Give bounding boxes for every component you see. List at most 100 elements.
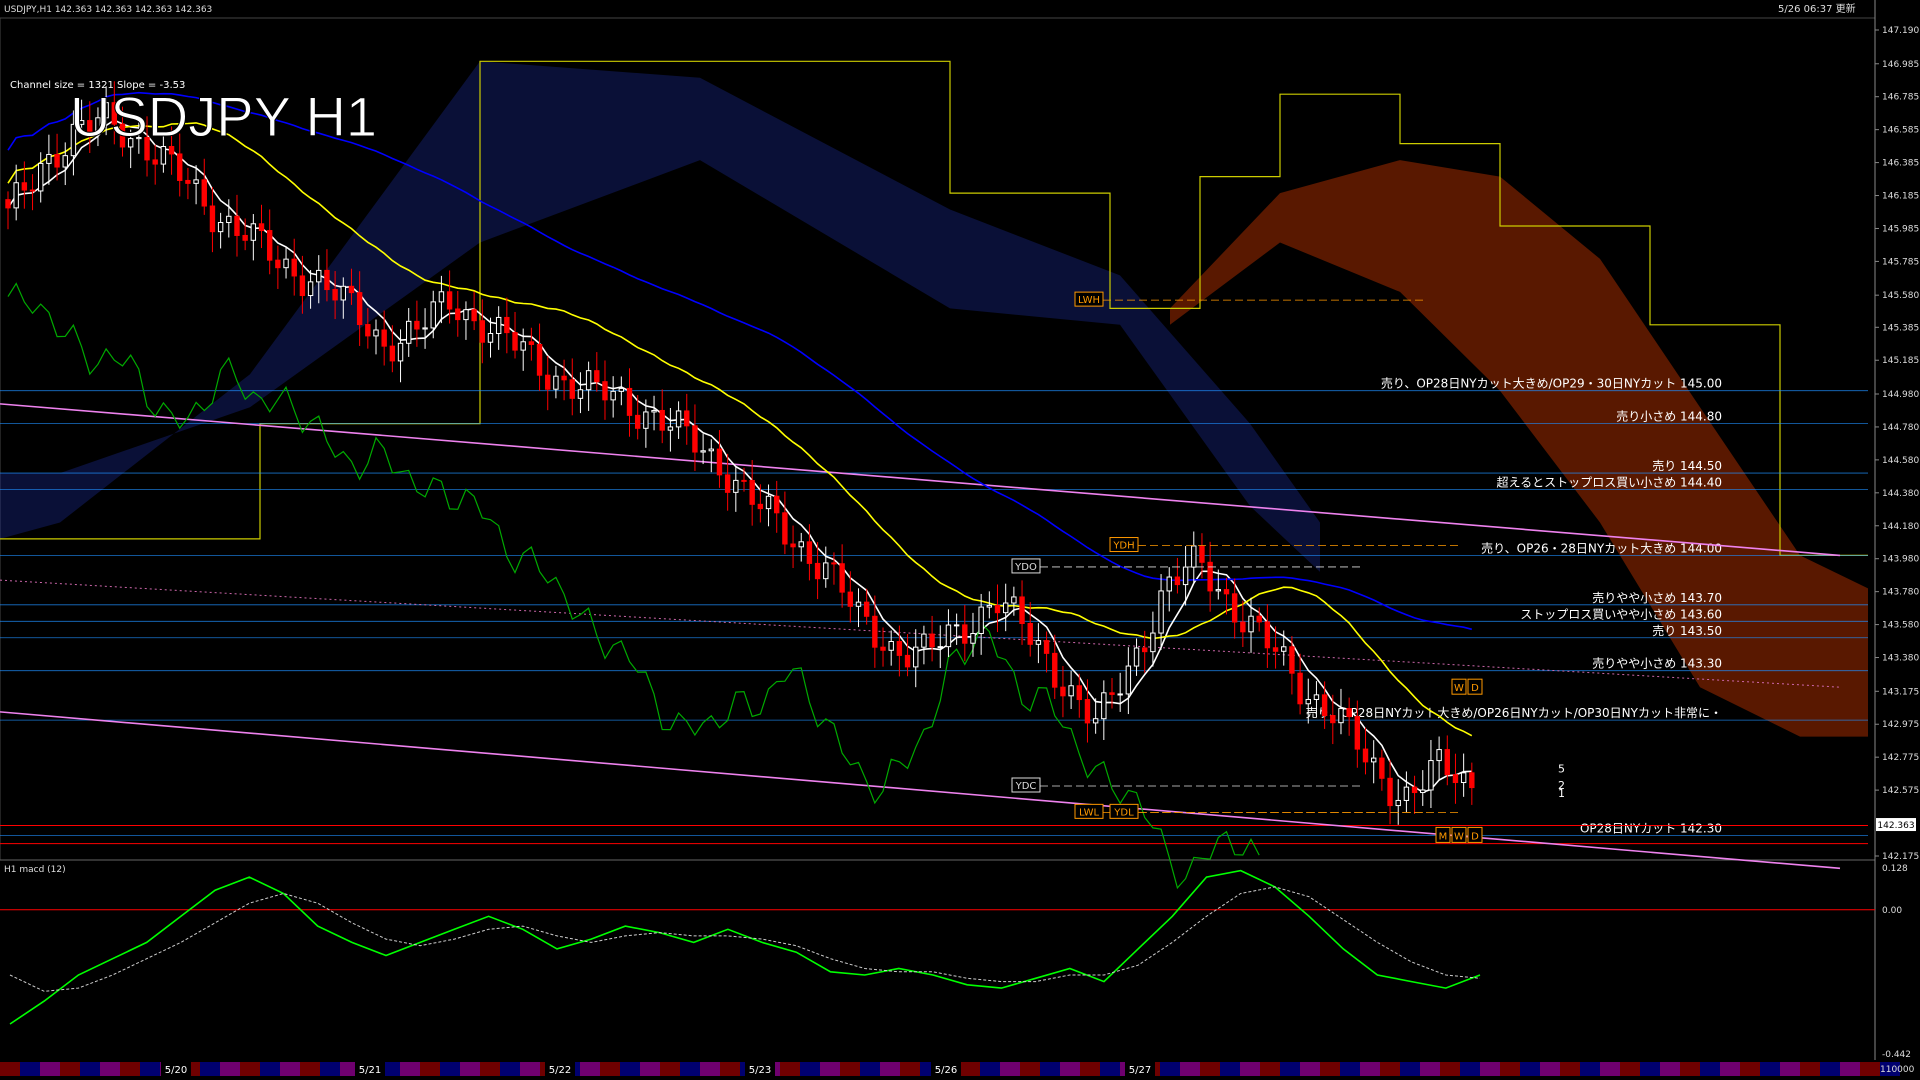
level-label: OP28日NYカット 142.30 [1580, 821, 1722, 835]
session-block [460, 1062, 480, 1076]
candle-body [266, 230, 273, 261]
candle-body [806, 541, 813, 564]
candle-body [373, 329, 379, 337]
session-block [1240, 1062, 1260, 1076]
y-tick-label: 145.385 [1882, 323, 1919, 333]
y-tick-label: 144.580 [1882, 456, 1919, 466]
date-label: 5/21 [359, 1065, 381, 1076]
level-label: 売り、OP28日NYカット大きめ/OP26日NYカット/OP30日NYカット非常… [1306, 705, 1722, 720]
candle-body [512, 332, 518, 351]
candle-body [62, 155, 68, 168]
candle-body [1313, 694, 1320, 700]
candle-body [487, 332, 494, 343]
session-block [200, 1062, 220, 1076]
candle-body [1272, 647, 1279, 652]
candle-body [1346, 708, 1352, 718]
projection-label: 1 [1558, 787, 1565, 800]
candle-body [332, 289, 338, 301]
candle-body [823, 562, 829, 580]
session-block [20, 1062, 40, 1076]
chart-canvas[interactable]: 売り、OP28日NYカット大きめ/OP29・30日NYカット 145.00 売り小… [0, 0, 1920, 1080]
session-block [40, 1062, 60, 1076]
candle-body [798, 541, 804, 548]
session-block [1600, 1062, 1620, 1076]
candle-body [847, 591, 854, 607]
candle-body [921, 633, 927, 648]
session-block [0, 1062, 20, 1076]
candle-body [1109, 692, 1115, 695]
candle-body [397, 342, 404, 362]
candle-body [994, 604, 1001, 614]
marker-label: YDL [1113, 807, 1134, 818]
candle-body [814, 562, 821, 580]
period-box-label: M [1439, 831, 1448, 842]
candle-body [1027, 622, 1033, 645]
session-block [1400, 1062, 1420, 1076]
y-tick-label: 145.185 [1882, 356, 1919, 366]
candle-body [348, 285, 355, 294]
candle-body [1215, 589, 1222, 592]
session-block [1320, 1062, 1340, 1076]
y-tick-label: 144.180 [1882, 522, 1919, 532]
candle-body [986, 604, 993, 608]
session-block [1260, 1062, 1280, 1076]
period-box-label: D [1471, 683, 1479, 694]
candle-body [594, 370, 600, 383]
candle-body [863, 601, 870, 617]
session-block [1200, 1062, 1220, 1076]
session-block [640, 1062, 660, 1076]
date-label: 5/22 [549, 1065, 571, 1076]
candle-body [1125, 665, 1132, 695]
y-tick-label: 144.980 [1882, 390, 1919, 400]
session-block [260, 1062, 280, 1076]
candle-body [438, 291, 445, 303]
period-box-label: D [1471, 831, 1479, 842]
session-block [1060, 1062, 1080, 1076]
session-block [520, 1062, 540, 1076]
candle-body [193, 179, 199, 184]
candle-body [1174, 576, 1181, 586]
candle-body [618, 387, 625, 392]
session-block [1460, 1062, 1480, 1076]
projection-label: 5 [1558, 763, 1565, 776]
macd-bottom-label: 110000 [1880, 1065, 1915, 1075]
session-block [1800, 1062, 1820, 1076]
candle-body [1223, 589, 1230, 595]
candle-body [520, 341, 526, 351]
candle-body [479, 320, 486, 343]
candle-body [381, 329, 387, 347]
candle-body [675, 410, 682, 428]
candle-body [430, 301, 436, 329]
level-label: 超えるとストップロス買い小さめ 144.40 [1497, 475, 1722, 490]
candle-body [716, 448, 723, 476]
candle-body [765, 495, 772, 510]
candle-body [1068, 685, 1074, 697]
session-block [1420, 1062, 1440, 1076]
session-block [1580, 1062, 1600, 1076]
session-block [1220, 1062, 1240, 1076]
session-block [280, 1062, 300, 1076]
session-block [820, 1062, 840, 1076]
candle-body [1330, 715, 1336, 724]
session-block [1540, 1062, 1560, 1076]
candle-body [1362, 748, 1369, 763]
session-block [1440, 1062, 1460, 1076]
y-tick-label: 146.585 [1882, 126, 1919, 136]
candle-body [422, 327, 428, 330]
candle-body [446, 291, 453, 310]
date-label: 5/26 [935, 1065, 957, 1076]
y-tick-label: 145.785 [1882, 257, 1919, 267]
marker-label: LWH [1078, 295, 1100, 306]
candle-body [1354, 716, 1361, 750]
date-label: 5/20 [165, 1065, 187, 1076]
period-box-label: W [1454, 831, 1464, 842]
marker-label: LWL [1079, 807, 1100, 818]
session-block [900, 1062, 920, 1076]
session-block [140, 1062, 160, 1076]
session-block [800, 1062, 820, 1076]
session-block [1780, 1062, 1800, 1076]
candle-body [1158, 590, 1164, 634]
session-block [980, 1062, 1000, 1076]
macd-y-tick-label: -0.442 [1882, 1050, 1911, 1060]
candle-body [953, 624, 960, 627]
